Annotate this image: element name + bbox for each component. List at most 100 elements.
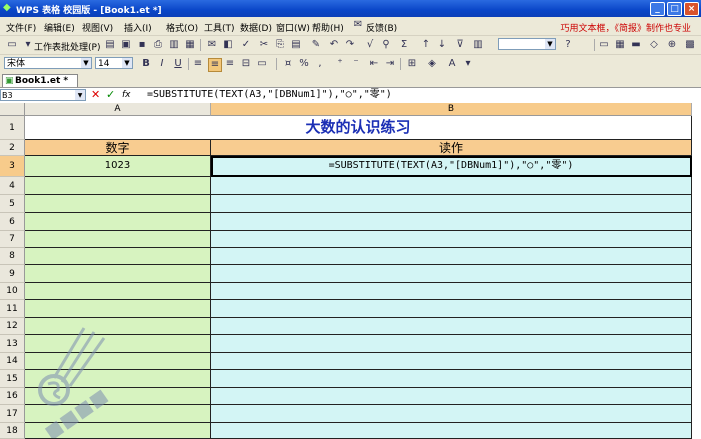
cell-b7[interactable] <box>211 231 692 248</box>
print-icon[interactable]: ⎙ <box>152 39 164 51</box>
outdent-icon[interactable]: ⇤ <box>368 58 380 70</box>
batch-process-icon[interactable]: ▾ <box>22 39 34 51</box>
font-size-select[interactable]: 14 ▼ <box>95 57 133 69</box>
cell-a8[interactable] <box>25 248 211 265</box>
row-header[interactable]: 6 <box>0 213 25 231</box>
zoom-select[interactable]: ▼ <box>498 38 556 50</box>
row-header[interactable]: 10 <box>0 283 25 300</box>
undo-icon[interactable]: ↶ <box>328 39 340 51</box>
percent-icon[interactable]: % <box>298 58 310 70</box>
column-header-b[interactable]: B <box>211 103 692 116</box>
cell-a9[interactable] <box>25 265 211 283</box>
fill-color-icon[interactable]: ◈ <box>426 58 438 70</box>
cell-a3[interactable]: 1023 <box>25 156 211 177</box>
promo-link[interactable]: 巧用文本框，《简报》制作也专业 <box>560 21 691 34</box>
cell-a10[interactable] <box>25 283 211 300</box>
menu-feedback[interactable]: 反馈(B) <box>366 21 397 34</box>
indent-icon[interactable]: ⇥ <box>384 58 396 70</box>
spellcheck-icon[interactable]: ✓ <box>240 39 252 51</box>
row-header[interactable]: 3 <box>0 156 25 177</box>
row-header[interactable]: 2 <box>0 140 25 156</box>
zoom-in-icon[interactable]: ⊕ <box>666 39 678 51</box>
borders-icon[interactable]: ⊞ <box>406 58 418 70</box>
italic-button[interactable]: I <box>156 58 168 70</box>
batch-process-button[interactable]: 工作表批处理(P) <box>34 40 100 53</box>
row-header[interactable]: 11 <box>0 300 25 318</box>
open-icon[interactable]: ▤ <box>104 39 116 51</box>
pdf-icon[interactable]: ▦ <box>184 39 196 51</box>
hyperlink-icon[interactable]: ⚲ <box>380 39 392 51</box>
row-header[interactable]: 5 <box>0 195 25 213</box>
font-color-icon[interactable]: A <box>446 58 458 70</box>
row-header[interactable]: 1 <box>0 116 25 140</box>
row-header[interactable]: 7 <box>0 231 25 248</box>
formula-input[interactable]: =SUBSTITUTE(TEXT(A3,"[DBNum1]"),"○","零") <box>147 89 392 101</box>
name-box[interactable]: B3 ▼ <box>0 89 86 101</box>
doc-tab-book1[interactable]: ▣ Book1.et * <box>2 74 78 87</box>
preview-icon[interactable]: ◧ <box>222 39 234 51</box>
header-cell-number[interactable]: 数字 <box>25 140 211 156</box>
row-header[interactable]: 9 <box>0 265 25 283</box>
row-header[interactable]: 4 <box>0 177 25 195</box>
save-icon[interactable]: ▪ <box>136 39 148 51</box>
help-icon[interactable]: ? <box>562 39 574 51</box>
cell-b14[interactable] <box>211 353 692 370</box>
minimize-button[interactable]: _ <box>650 2 665 16</box>
comma-icon[interactable]: , <box>314 58 326 70</box>
cell-b16[interactable] <box>211 388 692 405</box>
menu-insert[interactable]: 插入(I) <box>124 21 152 34</box>
currency-icon[interactable]: ¤ <box>282 58 294 70</box>
freeze-icon[interactable]: ▦ <box>614 39 626 51</box>
align-right-icon[interactable]: ≡ <box>224 58 236 70</box>
cell-b9[interactable] <box>211 265 692 283</box>
select-all-corner[interactable] <box>0 103 25 116</box>
menu-view[interactable]: 视图(V) <box>82 21 113 34</box>
copy-icon[interactable]: ⎘ <box>274 39 286 51</box>
sort-desc-icon[interactable]: ↓ <box>436 39 448 51</box>
cell-b3[interactable]: =SUBSTITUTE(TEXT(A3,"[DBNum1]"),"○","零") <box>211 156 692 177</box>
cell-a5[interactable] <box>25 195 211 213</box>
header-cell-reading[interactable]: 读作 <box>211 140 692 156</box>
email-icon[interactable]: ✉ <box>206 39 218 51</box>
cell-a4[interactable] <box>25 177 211 195</box>
more-options-icon[interactable]: ▾ <box>462 58 474 70</box>
autosum-icon[interactable]: Σ <box>398 39 410 51</box>
cell-b13[interactable] <box>211 335 692 353</box>
folder-icon[interactable]: ▣ <box>120 39 132 51</box>
chevron-down-icon[interactable]: ▼ <box>75 90 85 100</box>
menu-help[interactable]: 帮助(H) <box>312 21 344 34</box>
insert-function-icon[interactable]: √ <box>364 39 376 51</box>
cell-b12[interactable] <box>211 318 692 335</box>
format-painter-icon[interactable]: ✎ <box>310 39 322 51</box>
chart-icon[interactable]: ▥ <box>472 39 484 51</box>
cell-b10[interactable] <box>211 283 692 300</box>
menu-file[interactable]: 文件(F) <box>6 21 36 34</box>
filter-icon[interactable]: ⊽ <box>454 39 466 51</box>
cell-b15[interactable] <box>211 370 692 388</box>
cell-b11[interactable] <box>211 300 692 318</box>
font-name-select[interactable]: 宋体 ▼ <box>4 57 92 69</box>
sort-asc-icon[interactable]: ↑ <box>420 39 432 51</box>
menu-format[interactable]: 格式(O) <box>166 21 198 34</box>
cell-b6[interactable] <box>211 213 692 231</box>
paste-icon[interactable]: ▤ <box>290 39 302 51</box>
new-doc-icon[interactable]: ▭ <box>6 39 18 51</box>
menu-data[interactable]: 数据(D) <box>240 21 272 34</box>
column-header-a[interactable]: A <box>25 103 211 116</box>
redo-icon[interactable]: ↷ <box>344 39 356 51</box>
cancel-formula-icon[interactable]: ✕ <box>91 89 100 101</box>
merge-center-icon[interactable]: ⊟ <box>240 58 252 70</box>
cell-b5[interactable] <box>211 195 692 213</box>
maximize-button[interactable]: □ <box>667 2 682 16</box>
cell-b4[interactable] <box>211 177 692 195</box>
underline-button[interactable]: U <box>172 58 184 70</box>
menu-tools[interactable]: 工具(T) <box>204 21 235 34</box>
share-icon[interactable]: ◇ <box>648 39 660 51</box>
print-setup-icon[interactable]: ▩ <box>684 39 696 51</box>
decrease-decimal-icon[interactable]: ⁻ <box>350 58 362 70</box>
cell-a6[interactable] <box>25 213 211 231</box>
cell-b18[interactable] <box>211 423 692 439</box>
sheet-title-cell[interactable]: 大数的认识练习 <box>25 116 692 140</box>
row-header[interactable]: 8 <box>0 248 25 265</box>
confirm-formula-icon[interactable]: ✓ <box>106 89 115 101</box>
